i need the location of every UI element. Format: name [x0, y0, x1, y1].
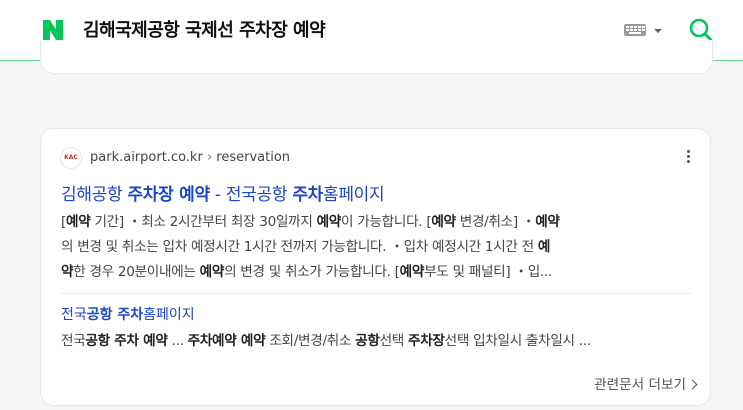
related-docs-link[interactable]: 관련문서 더보기 [571, 373, 698, 393]
result-title-link[interactable]: 김해공항 주차장 예약 - 전국공항 주차홈페이지 [61, 180, 385, 205]
sub-result-description[interactable]: 전국공항 주차 예약 ... 주차예약 예약 조회/변경/취소 공항선택 주차장… [61, 329, 701, 349]
result-path[interactable]: reservation [216, 150, 290, 165]
result-source-url[interactable]: park.airport.co.kr › reservation [90, 150, 290, 165]
more-options-icon[interactable] [685, 150, 691, 166]
title-text: - 전국공항 [209, 185, 293, 205]
chevron-right-icon [687, 379, 698, 390]
title-text: 홈페이지 [323, 185, 385, 205]
site-favicon-icon: KAC [60, 147, 82, 169]
description-line: [예약 기간] ・최소 2시간부터 최장 30일까지 예약이 가능합니다. [예… [61, 214, 560, 230]
sub-result-link[interactable]: 전국공항 주차홈페이지 [61, 304, 195, 324]
description-line: 약한 경우 20분이내에는 예약의 변경 및 취소가 가능합니다. [예약부도 … [61, 264, 552, 280]
breadcrumb-separator: › [206, 150, 213, 165]
section-divider [61, 293, 691, 294]
search-query-text[interactable]: 김해국제공항 국제선 주차장 예약 [83, 16, 326, 42]
previous-result-card [40, 40, 713, 74]
keyboard-icon[interactable] [624, 24, 646, 36]
related-docs-label: 관련문서 더보기 [594, 377, 686, 393]
search-result-card: KAC park.airport.co.kr › reservation 김해공… [40, 128, 711, 406]
chevron-down-icon[interactable] [654, 29, 662, 33]
title-highlight: 주차 [292, 185, 323, 205]
title-text: 김해공항 [61, 185, 128, 205]
title-highlight: 주차장 예약 [127, 185, 210, 205]
result-domain[interactable]: park.airport.co.kr [90, 150, 203, 165]
result-description[interactable]: [예약 기간] ・최소 2시간부터 최장 30일까지 예약이 가능합니다. [예… [61, 210, 701, 285]
description-line: 의 변경 및 취소는 입차 예정시간 1시간 전까지 가능합니다. ・입차 예정… [61, 239, 551, 255]
